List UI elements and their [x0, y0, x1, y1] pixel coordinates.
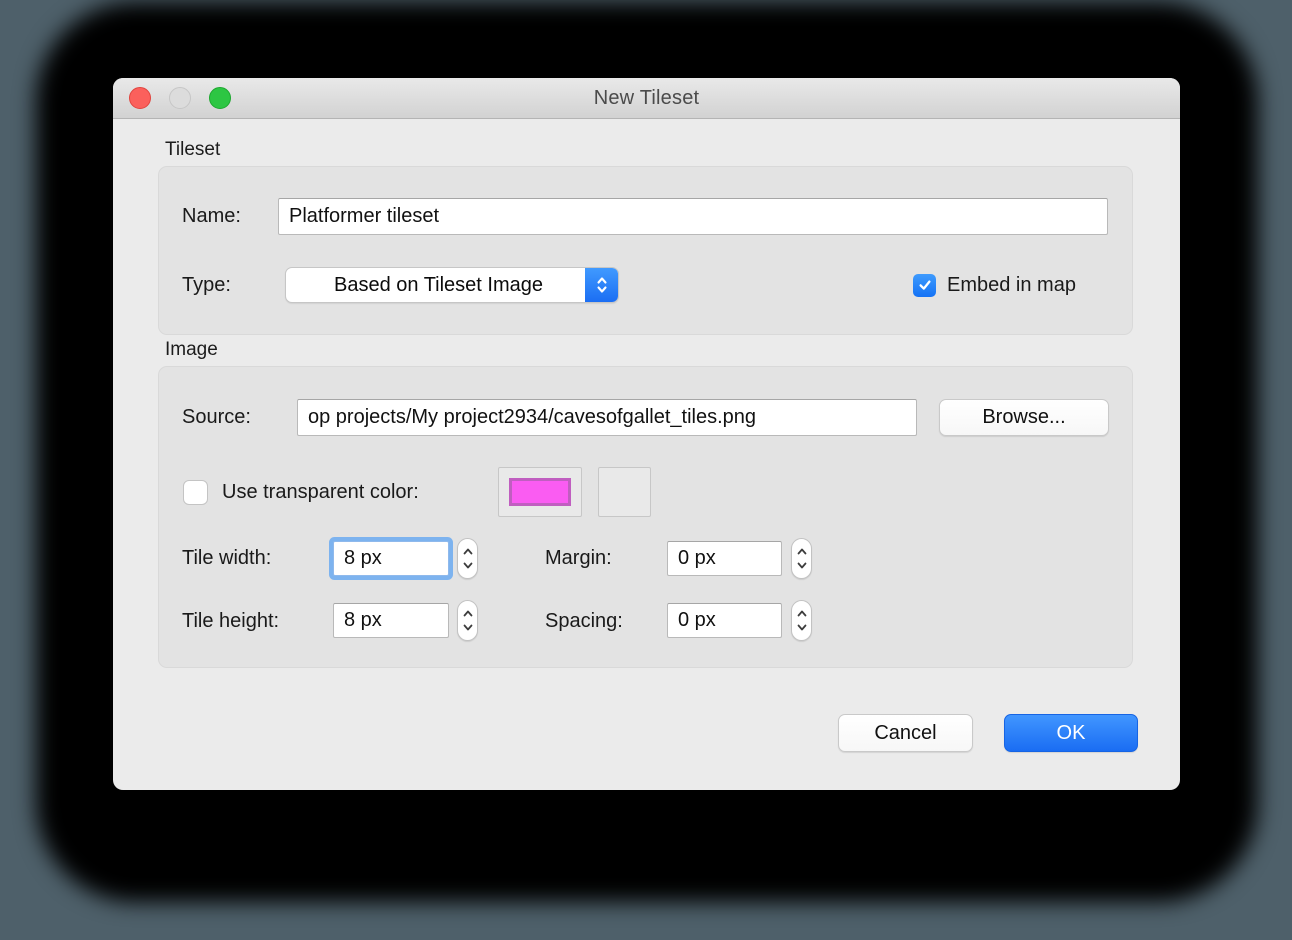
titlebar[interactable]: New Tileset: [113, 78, 1180, 119]
ok-button[interactable]: OK: [1004, 714, 1138, 752]
type-dropdown-value: Based on Tileset Image: [286, 274, 585, 297]
tile-height-input[interactable]: [333, 603, 449, 638]
tile-width-input[interactable]: [333, 541, 449, 576]
chevron-down-icon: [796, 623, 808, 632]
transparent-color-swatch-button[interactable]: [498, 467, 582, 517]
checkmark-icon: [917, 277, 933, 293]
browse-button[interactable]: Browse...: [939, 399, 1109, 436]
type-dropdown[interactable]: Based on Tileset Image: [285, 267, 619, 303]
spacing-input[interactable]: [667, 603, 782, 638]
chevron-up-icon: [462, 609, 474, 618]
tile-width-stepper[interactable]: [457, 538, 478, 579]
margin-stepper[interactable]: [791, 538, 812, 579]
tileset-section-label: Tileset: [165, 139, 220, 161]
image-section-label: Image: [165, 339, 218, 361]
chevron-up-icon: [796, 609, 808, 618]
source-input[interactable]: [297, 399, 917, 436]
embed-in-map-control[interactable]: Embed in map: [913, 267, 1076, 303]
dropdown-arrows-icon: [585, 268, 618, 302]
tile-height-label: Tile height:: [182, 601, 279, 641]
source-label: Source:: [182, 399, 251, 436]
name-input[interactable]: [278, 198, 1108, 235]
embed-label: Embed in map: [947, 274, 1076, 297]
margin-input[interactable]: [667, 541, 782, 576]
chevron-up-icon: [462, 547, 474, 556]
chevron-down-icon: [462, 561, 474, 570]
chevron-down-icon: [462, 623, 474, 632]
cancel-button[interactable]: Cancel: [838, 714, 973, 752]
chevron-down-icon: [796, 561, 808, 570]
transparent-color-checkbox[interactable]: [183, 480, 208, 505]
spacing-stepper[interactable]: [791, 600, 812, 641]
embed-checkbox[interactable]: [913, 274, 936, 297]
tile-height-stepper[interactable]: [457, 600, 478, 641]
color-swatch: [509, 478, 571, 506]
name-label: Name:: [182, 198, 241, 235]
use-transparent-color-control[interactable]: Use transparent color:: [183, 467, 419, 517]
spacing-label: Spacing:: [545, 601, 623, 641]
window-title: New Tileset: [113, 78, 1180, 118]
color-picker-button[interactable]: [598, 467, 651, 517]
type-label: Type:: [182, 267, 231, 303]
margin-label: Margin:: [545, 538, 612, 578]
desktop-background: New Tileset Tileset Name: Type: Based on…: [0, 0, 1292, 940]
chevron-up-icon: [796, 547, 808, 556]
tile-width-label: Tile width:: [182, 538, 271, 578]
tileset-groupbox: [158, 166, 1133, 335]
new-tileset-dialog: New Tileset Tileset Name: Type: Based on…: [113, 78, 1180, 790]
transparent-color-label: Use transparent color:: [222, 481, 419, 504]
